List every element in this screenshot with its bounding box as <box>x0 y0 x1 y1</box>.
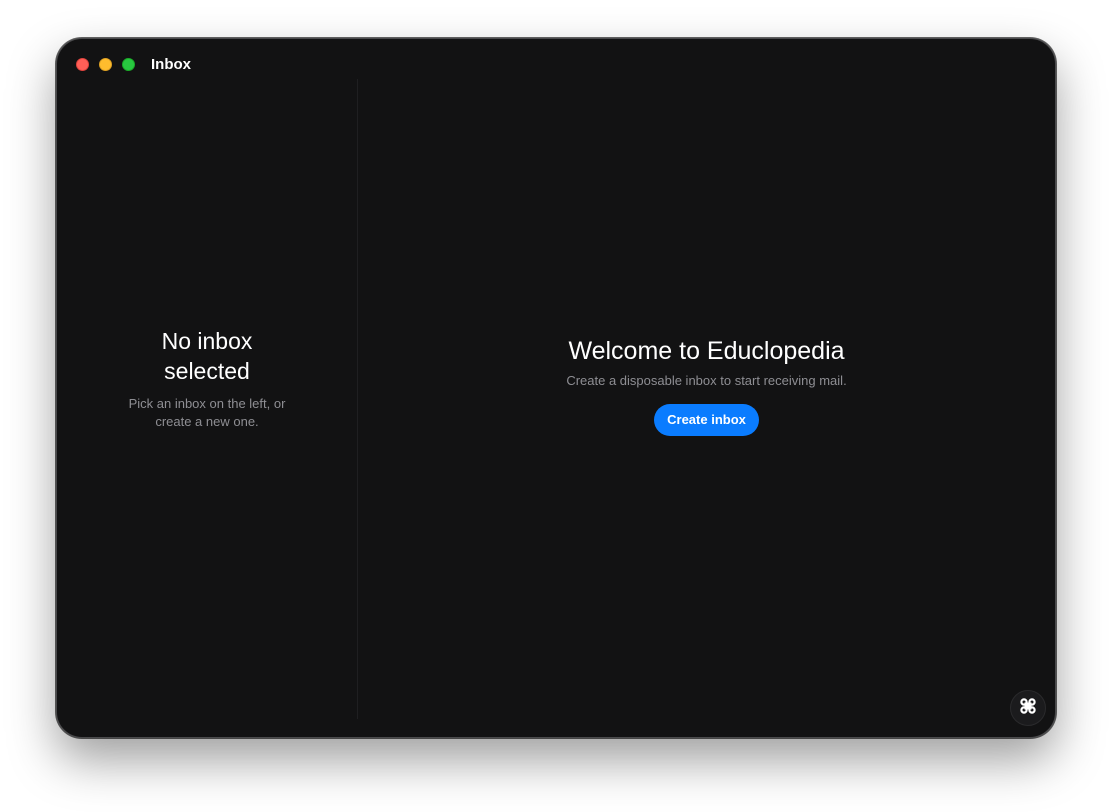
welcome-subtitle: Create a disposable inbox to start recei… <box>566 373 847 388</box>
empty-state-title: No inbox selected <box>161 328 253 384</box>
main-content: Welcome to Educlopedia Create a disposab… <box>358 39 1055 737</box>
welcome-panel: Welcome to Educlopedia Create a disposab… <box>358 336 1055 436</box>
sidebar: No inbox selected Pick an inbox on the l… <box>57 39 357 737</box>
app-window: Inbox No inbox selected Pick an inbox on… <box>56 38 1056 738</box>
empty-state-subtitle: Pick an inbox on the left, or create a n… <box>128 396 286 429</box>
sidebar-empty-state: No inbox selected Pick an inbox on the l… <box>127 326 287 431</box>
welcome-title: Welcome to Educlopedia <box>568 337 845 365</box>
command-button[interactable] <box>1010 690 1046 726</box>
command-icon <box>1019 697 1037 720</box>
create-inbox-button[interactable]: Create inbox <box>654 404 759 436</box>
